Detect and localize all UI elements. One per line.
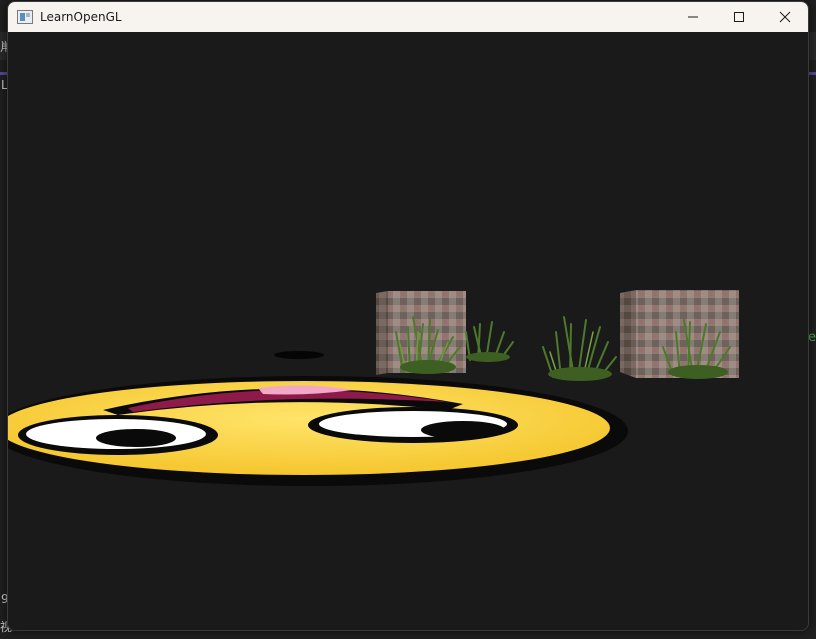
window-title: LearnOpenGL xyxy=(40,10,122,24)
awesomeface-plane xyxy=(8,376,628,486)
minimize-icon xyxy=(688,16,698,18)
distant-shadow xyxy=(274,351,324,359)
title-bar[interactable]: LearnOpenGL xyxy=(8,2,808,32)
close-button[interactable] xyxy=(762,2,808,32)
render-viewport[interactable] xyxy=(8,32,808,630)
maximize-icon xyxy=(734,12,744,22)
scene-canvas xyxy=(8,290,739,486)
grass-billboard xyxy=(542,316,617,381)
close-icon xyxy=(779,11,791,23)
window-controls xyxy=(670,2,808,32)
background-text: e xyxy=(808,330,816,345)
opengl-window[interactable]: LearnOpenGL xyxy=(7,1,809,631)
maximize-button[interactable] xyxy=(716,2,762,32)
app-window-icon xyxy=(17,10,33,24)
background-accent-right xyxy=(808,72,816,75)
grass-billboard xyxy=(465,321,514,362)
minimize-button[interactable] xyxy=(670,2,716,32)
